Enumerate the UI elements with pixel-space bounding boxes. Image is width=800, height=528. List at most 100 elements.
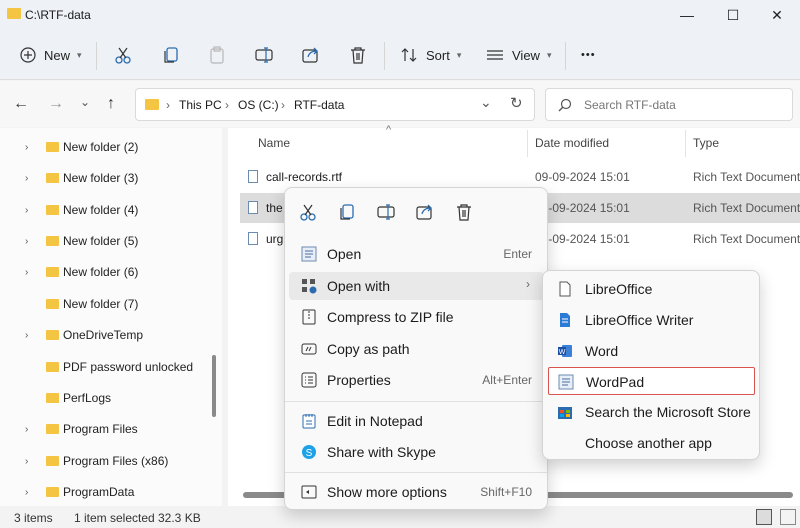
rename-icon[interactable] [377, 203, 395, 221]
search-icon [558, 98, 572, 112]
sidebar-item[interactable]: › ProgramData [0, 477, 210, 506]
copy-icon [164, 47, 178, 63]
menu-item-open[interactable]: Open Enter [289, 240, 544, 268]
share-icon[interactable] [416, 203, 434, 221]
sort-button[interactable]: Sort ▾ [400, 42, 461, 68]
minimize-button[interactable]: — [664, 0, 710, 30]
sidebar-item-label: PDF password unlocked [63, 360, 194, 374]
address-bar[interactable]: › This PC › OS (C:) › RTF-data ⌄ ↻ [135, 88, 535, 121]
sidebar-item[interactable]: PerfLogs [0, 383, 210, 413]
paste-button[interactable] [208, 42, 226, 68]
copy-icon[interactable] [338, 203, 356, 221]
sidebar-item-label: PerfLogs [63, 391, 112, 405]
folder-icon [46, 299, 59, 309]
details-view-button[interactable] [756, 509, 772, 525]
up-button[interactable]: ↑ [107, 95, 115, 113]
copy-button[interactable] [162, 42, 180, 68]
new-label: New [44, 47, 71, 63]
breadcrumb-separator: › [281, 98, 285, 112]
app-word[interactable]: W Word [548, 337, 755, 365]
expand-arrow-icon[interactable]: › [25, 142, 28, 153]
file-date: 09-09-2024 15:01 [535, 232, 630, 246]
sort-icon [401, 48, 417, 62]
sidebar-item[interactable]: New folder (7) [0, 289, 210, 319]
menu-item-label: Properties [327, 372, 391, 388]
menu-item-open-with[interactable]: Open with › [289, 272, 544, 300]
column-header-name[interactable]: Name [258, 136, 290, 150]
column-header-type[interactable]: Type [693, 136, 719, 150]
expand-arrow-icon[interactable]: › [25, 456, 28, 467]
cut-icon[interactable] [299, 203, 317, 221]
app-choose-another[interactable]: Choose another app [548, 429, 755, 457]
rtf-file-icon [248, 232, 258, 245]
breadcrumb-separator: › [166, 98, 170, 112]
rename-button[interactable] [255, 42, 273, 68]
menu-item-copy-as-path[interactable]: Copy as path [289, 335, 544, 363]
app-label: LibreOffice [585, 281, 653, 297]
more-options-button[interactable]: ••• [581, 42, 596, 68]
sidebar-item[interactable]: › New folder (3) [0, 163, 210, 193]
breadcrumb-this-pc[interactable]: This PC [179, 98, 222, 112]
expand-arrow-icon[interactable]: › [25, 330, 28, 341]
trash-icon[interactable] [455, 203, 473, 221]
app-microsoft-store[interactable]: Search the Microsoft Store [548, 398, 755, 426]
app-wordpad[interactable]: WordPad [548, 367, 755, 395]
share-button[interactable] [302, 42, 320, 68]
view-button[interactable]: View ▾ [486, 42, 551, 68]
close-button[interactable]: ✕ [754, 0, 800, 30]
menu-item-label: Share with Skype [327, 444, 436, 460]
menu-item-compress-zip[interactable]: Compress to ZIP file [289, 303, 544, 331]
expand-arrow-icon[interactable]: › [25, 205, 28, 216]
menu-item-properties[interactable]: Properties Alt+Enter [289, 366, 544, 394]
breadcrumb-separator: › [225, 98, 229, 112]
navigation-pane: › New folder (2) › New folder (3) › New fol… [0, 128, 222, 506]
notepad-icon [302, 414, 316, 429]
sidebar-item[interactable]: › OneDriveTemp [0, 320, 210, 350]
forward-button[interactable]: → [48, 95, 64, 113]
back-button[interactable]: ← [13, 95, 29, 113]
menu-item-show-more-options[interactable]: Show more options Shift+F10 [289, 478, 544, 506]
delete-button[interactable] [349, 42, 367, 68]
new-button[interactable]: New ▾ [20, 42, 82, 68]
tiles-view-button[interactable] [780, 509, 796, 525]
refresh-button[interactable]: ↻ [510, 94, 523, 112]
column-header-date[interactable]: Date modified [535, 136, 609, 150]
sidebar-item[interactable]: › New folder (2) [0, 132, 210, 162]
search-box[interactable]: Search RTF-data [545, 88, 793, 121]
column-divider[interactable] [527, 130, 528, 157]
context-quick-actions [285, 188, 549, 234]
shortcut-text: Shift+F10 [480, 485, 532, 499]
rtf-file-icon [248, 201, 258, 214]
app-libreoffice[interactable]: LibreOffice [548, 275, 755, 303]
rtf-file-icon [248, 170, 258, 183]
maximize-button[interactable]: ☐ [710, 0, 756, 30]
sidebar-item[interactable]: › Program Files [0, 414, 210, 444]
toolbar-divider [565, 42, 566, 70]
sidebar-item[interactable]: › New folder (4) [0, 195, 210, 225]
folder-icon [46, 267, 59, 277]
expand-arrow-icon[interactable]: › [25, 267, 28, 278]
chevron-down-icon: ▾ [456, 49, 462, 60]
app-libreoffice-writer[interactable]: LibreOffice Writer [548, 306, 755, 334]
sidebar-scrollbar[interactable] [212, 355, 216, 417]
expand-arrow-icon[interactable]: › [25, 236, 28, 247]
breadcrumb-rtf-data[interactable]: RTF-data [294, 98, 344, 112]
wordpad-icon [301, 246, 317, 262]
menu-item-label: Show more options [327, 484, 447, 500]
menu-item-share-skype[interactable]: S Share with Skype [289, 438, 544, 466]
view-icon [487, 50, 503, 60]
menu-item-edit-notepad[interactable]: Edit in Notepad [289, 407, 544, 435]
address-dropdown-button[interactable]: ⌄ [480, 94, 492, 111]
sidebar-item[interactable]: › New folder (6) [0, 257, 210, 287]
expand-arrow-icon[interactable]: › [25, 173, 28, 184]
recent-locations-button[interactable]: ⌄ [80, 95, 90, 109]
expand-arrow-icon[interactable]: › [25, 487, 28, 498]
column-divider[interactable] [685, 130, 686, 157]
breadcrumb-os-c[interactable]: OS (C:) [238, 98, 279, 112]
sidebar-item-label: Program Files [63, 422, 138, 436]
sidebar-item[interactable]: › Program Files (x86) [0, 446, 210, 476]
cut-button[interactable] [114, 42, 132, 68]
sidebar-item[interactable]: › New folder (5) [0, 226, 210, 256]
expand-arrow-icon[interactable]: › [25, 424, 28, 435]
sidebar-item[interactable]: PDF password unlocked [0, 352, 210, 382]
